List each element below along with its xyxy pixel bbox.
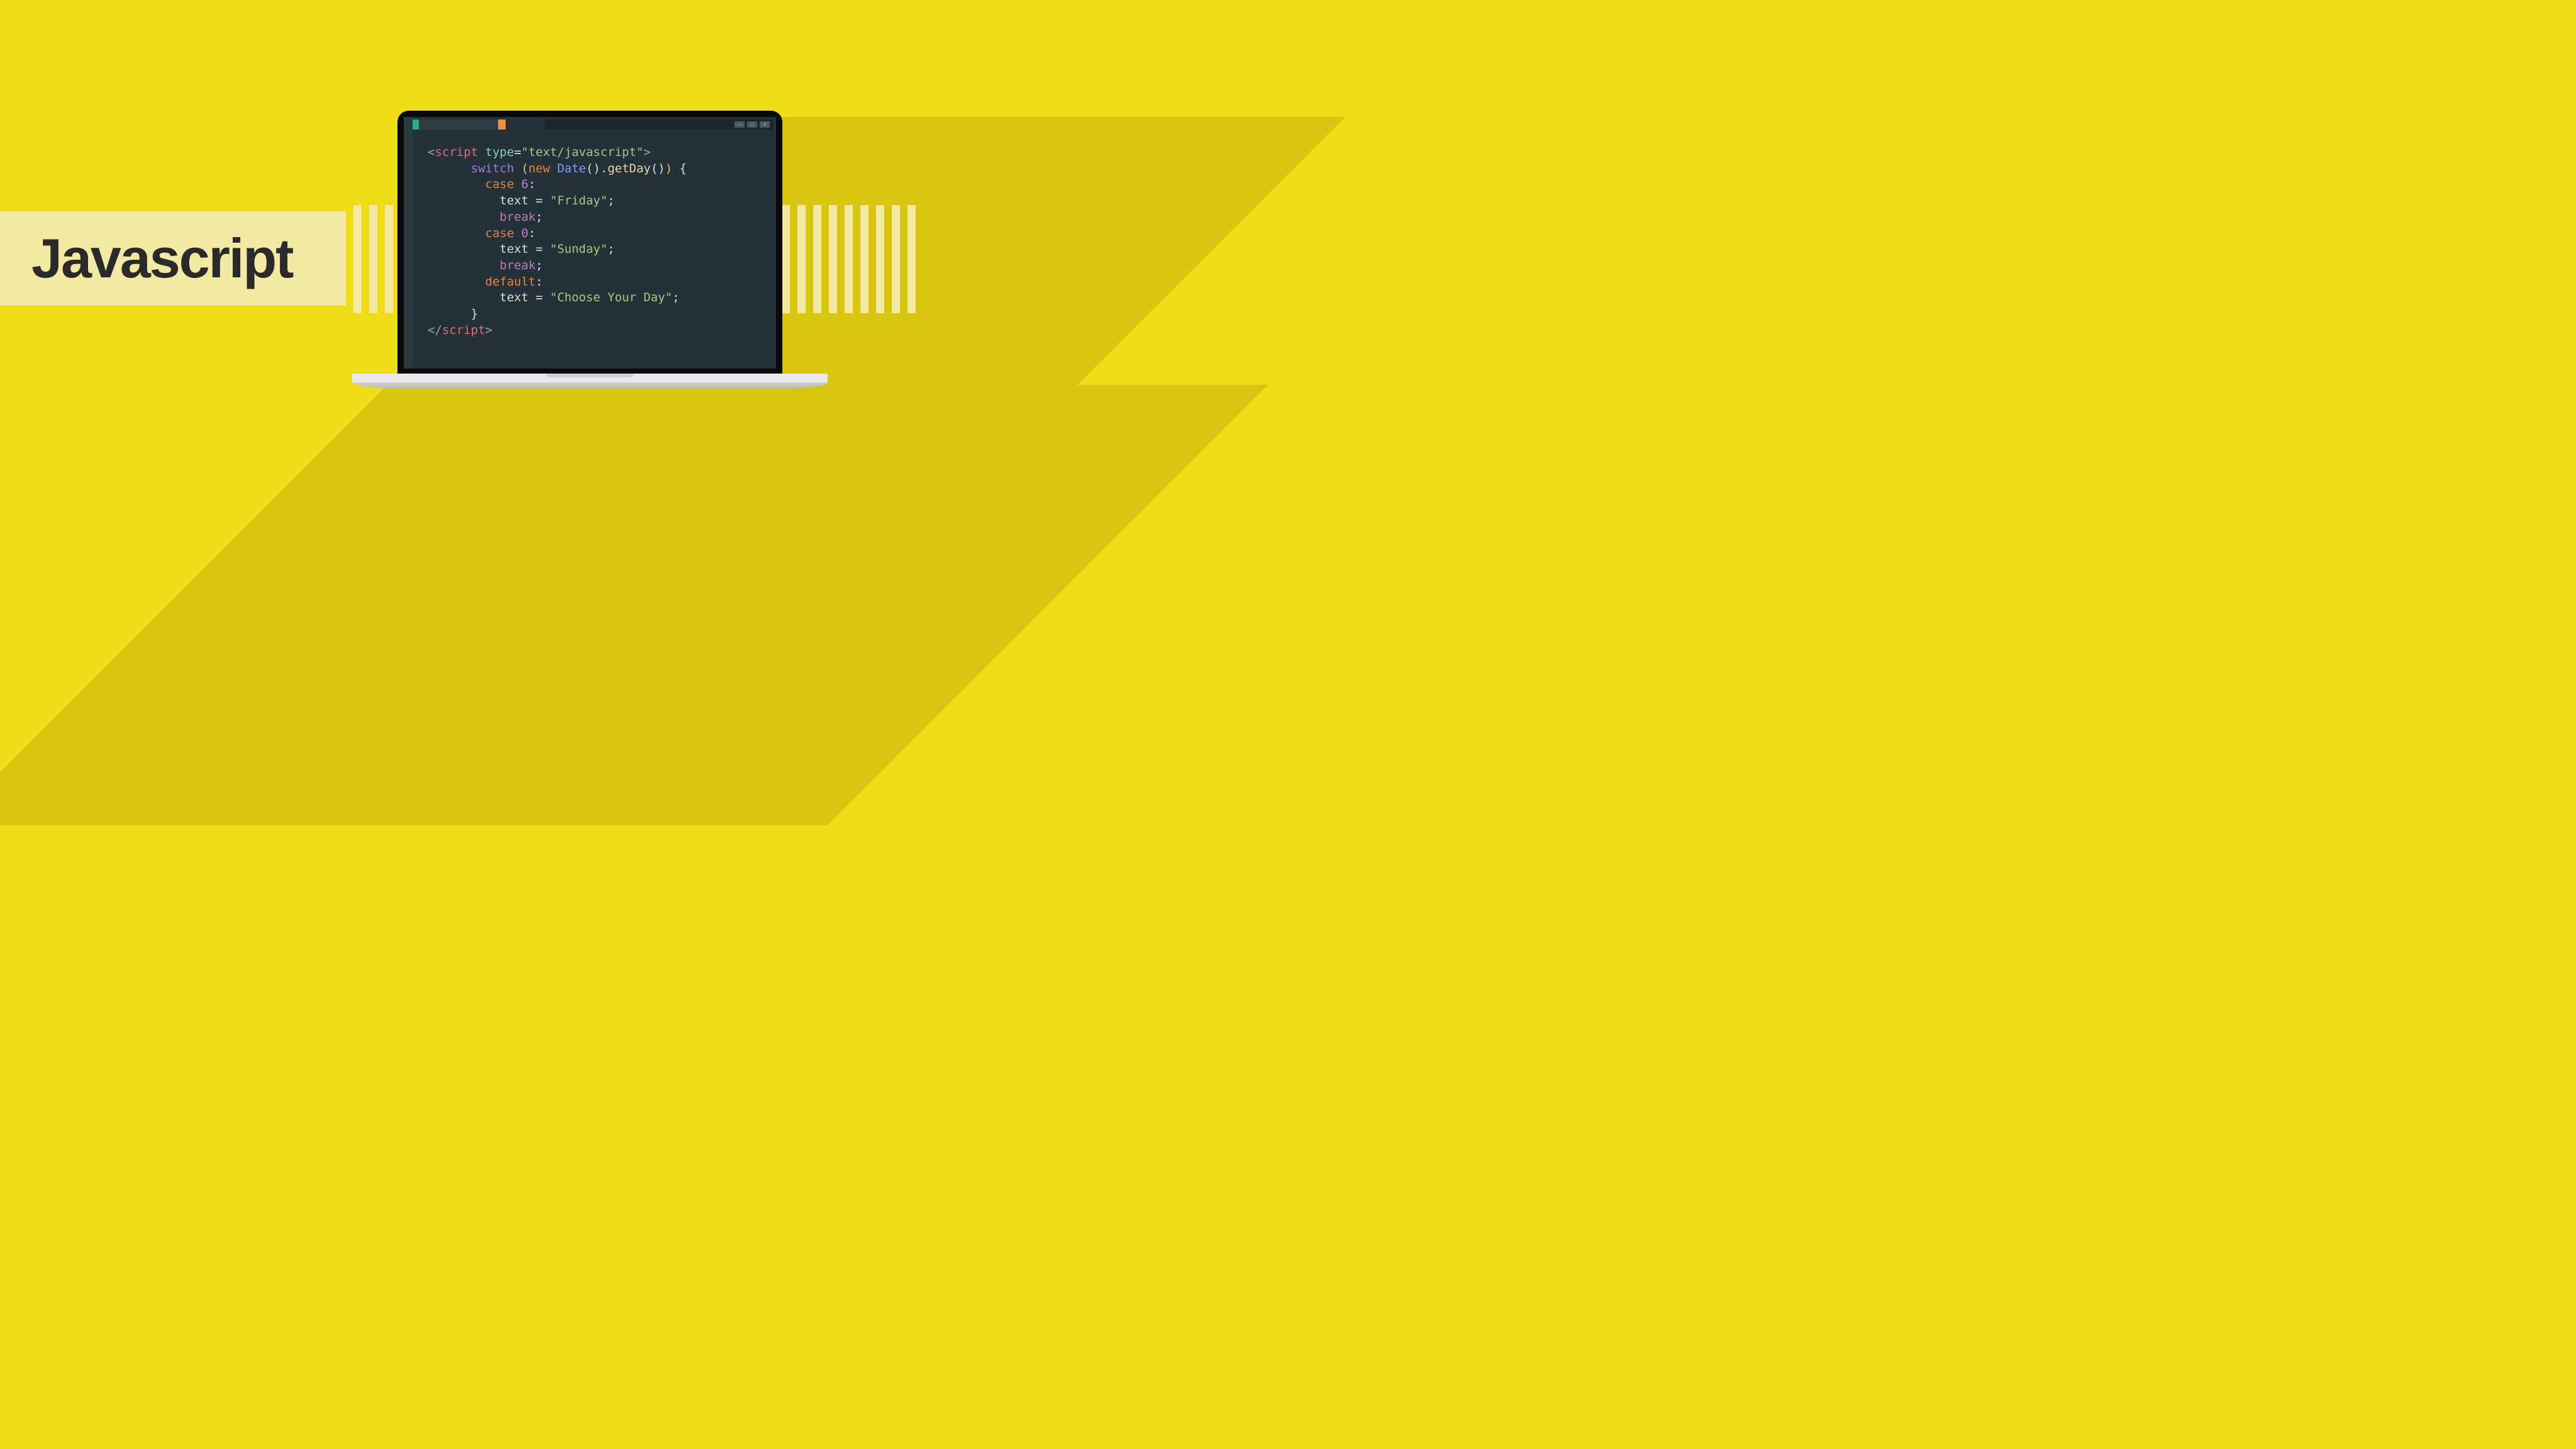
editor-titlebar: — □ x — [413, 119, 774, 130]
tab-modified-indicator — [498, 119, 506, 130]
maximize-icon[interactable]: □ — [747, 121, 757, 128]
titlebar-dark-region: — □ x — [545, 119, 774, 130]
laptop-illustration: — □ x <script type="text/javascript"> sw… — [352, 111, 828, 396]
long-shadow-decorative — [0, 385, 1268, 825]
page-title: Javascript — [31, 226, 292, 291]
laptop-screen-frame: — □ x <script type="text/javascript"> sw… — [397, 111, 782, 375]
editor-gutter — [404, 117, 413, 369]
laptop-notch — [546, 374, 634, 377]
minimize-icon[interactable]: — — [735, 121, 745, 128]
close-icon[interactable]: x — [760, 121, 770, 128]
code-editor: — □ x <script type="text/javascript"> sw… — [404, 117, 776, 369]
code-block: <script type="text/javascript"> switch (… — [428, 145, 769, 338]
tab-active-indicator — [413, 119, 419, 130]
tab-area — [419, 119, 498, 130]
title-banner: Javascript — [0, 211, 346, 306]
